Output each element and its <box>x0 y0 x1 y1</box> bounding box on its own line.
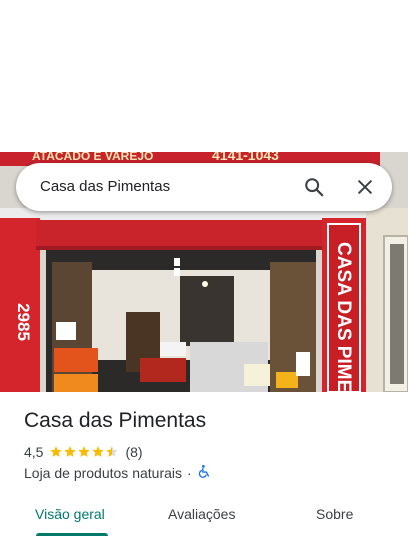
star-icon <box>92 446 105 457</box>
search-input[interactable]: Casa das Pimentas <box>40 163 170 211</box>
star-icon <box>50 446 63 457</box>
tab-overview[interactable]: Visão geral <box>35 496 105 536</box>
star-icon <box>78 446 91 457</box>
sign-number: 2985 <box>14 303 33 341</box>
tab-about[interactable]: Sobre <box>316 496 353 536</box>
place-category[interactable]: Loja de produtos naturais <box>24 465 182 481</box>
rating-value: 4,5 <box>24 444 44 460</box>
sign-top-right: 4141-1043 <box>212 152 279 163</box>
star-icon <box>64 446 77 457</box>
star-rating <box>49 445 119 459</box>
active-tab-indicator <box>36 533 108 536</box>
search-bar[interactable]: Casa das Pimentas <box>16 163 392 211</box>
rating-row[interactable]: 4,5 (8) <box>24 443 143 461</box>
separator: · <box>187 465 192 481</box>
review-count[interactable]: (8) <box>125 444 142 460</box>
search-icon[interactable] <box>302 175 326 199</box>
sign-top-left: ATACADO E VAREJO <box>32 152 153 163</box>
tab-reviews[interactable]: Avaliações <box>168 496 235 536</box>
close-icon[interactable] <box>353 175 377 199</box>
tab-bar: Visão geral Avaliações Sobre <box>0 496 408 536</box>
category-row: Loja de produtos naturais · <box>24 464 211 482</box>
wheelchair-icon <box>197 464 211 482</box>
place-title: Casa das Pimentas <box>24 409 207 432</box>
star-icon <box>106 446 119 457</box>
sign-side: CASA DAS PIMENTAS <box>333 242 354 392</box>
